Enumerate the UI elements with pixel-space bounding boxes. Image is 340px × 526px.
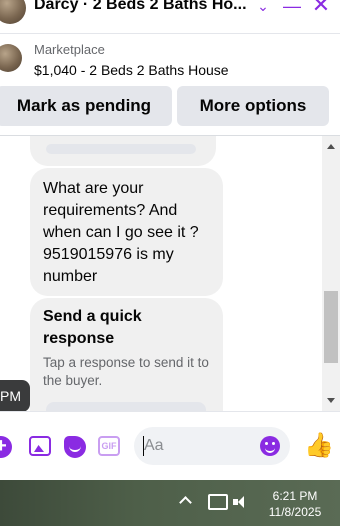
listing-actions: Mark as pending More options (0, 86, 340, 136)
quick-response-subtitle: Tap a response to send it to the buyer. (43, 355, 209, 388)
chevron-down-icon[interactable]: ⌄ (252, 0, 274, 18)
close-icon[interactable]: ✕ (310, 0, 332, 18)
quick-response-card: Send a quick response Tap a response to … (30, 298, 223, 411)
message-list[interactable]: What are your requirements? And when can… (0, 136, 322, 411)
chat-title[interactable]: Darcy · 2 Beds 2 Baths Ho... (34, 0, 247, 14)
mark-as-pending-button[interactable]: Mark as pending (0, 86, 172, 126)
message-bubble (30, 136, 216, 166)
clock-date: 11/8/2025 (268, 505, 322, 519)
message-composer: + GIF Aa 👍 (0, 411, 340, 480)
listing-thumbnail (0, 44, 22, 72)
quick-response-option[interactable] (46, 402, 206, 411)
minimize-icon[interactable]: — (281, 0, 303, 18)
scrollbar[interactable] (322, 136, 340, 411)
clock-time: 6:21 PM (272, 489, 318, 503)
listing-title: $1,040 - 2 Beds 2 Baths House (34, 62, 229, 78)
bubble-attachment (46, 144, 196, 154)
plus-icon[interactable]: + (0, 436, 12, 458)
sticker-icon[interactable] (64, 436, 86, 458)
show-hidden-icons-icon[interactable] (178, 494, 192, 508)
more-options-button[interactable]: More options (177, 86, 329, 126)
message-placeholder: Aa (144, 437, 164, 454)
gif-icon[interactable]: GIF (98, 436, 120, 456)
volume-icon[interactable] (232, 494, 252, 510)
photo-icon[interactable] (29, 436, 51, 456)
quick-response-title: Send a quick response (43, 308, 142, 347)
system-taskbar: 6:21 PM 11/8/2025 (0, 480, 340, 526)
scrollbar-thumb[interactable] (324, 291, 338, 363)
listing-source: Marketplace (34, 42, 105, 57)
system-clock[interactable]: 6:21 PM 11/8/2025 (258, 488, 332, 520)
chat-header: Darcy · 2 Beds 2 Baths Ho... ⌄ — ✕ (0, 0, 340, 34)
message-bubble: What are your requirements? And when can… (30, 168, 223, 296)
timestamp-tooltip: PM (0, 380, 30, 412)
network-icon[interactable] (208, 494, 228, 510)
contact-avatar[interactable] (0, 0, 26, 24)
emoji-icon[interactable] (260, 436, 280, 456)
scroll-up-arrow[interactable] (327, 144, 335, 149)
scroll-down-arrow[interactable] (327, 398, 335, 403)
thumbs-up-icon[interactable]: 👍 (304, 434, 334, 460)
listing-info[interactable]: Marketplace $1,040 - 2 Beds 2 Baths Hous… (0, 34, 340, 86)
message-input[interactable]: Aa (134, 427, 290, 465)
